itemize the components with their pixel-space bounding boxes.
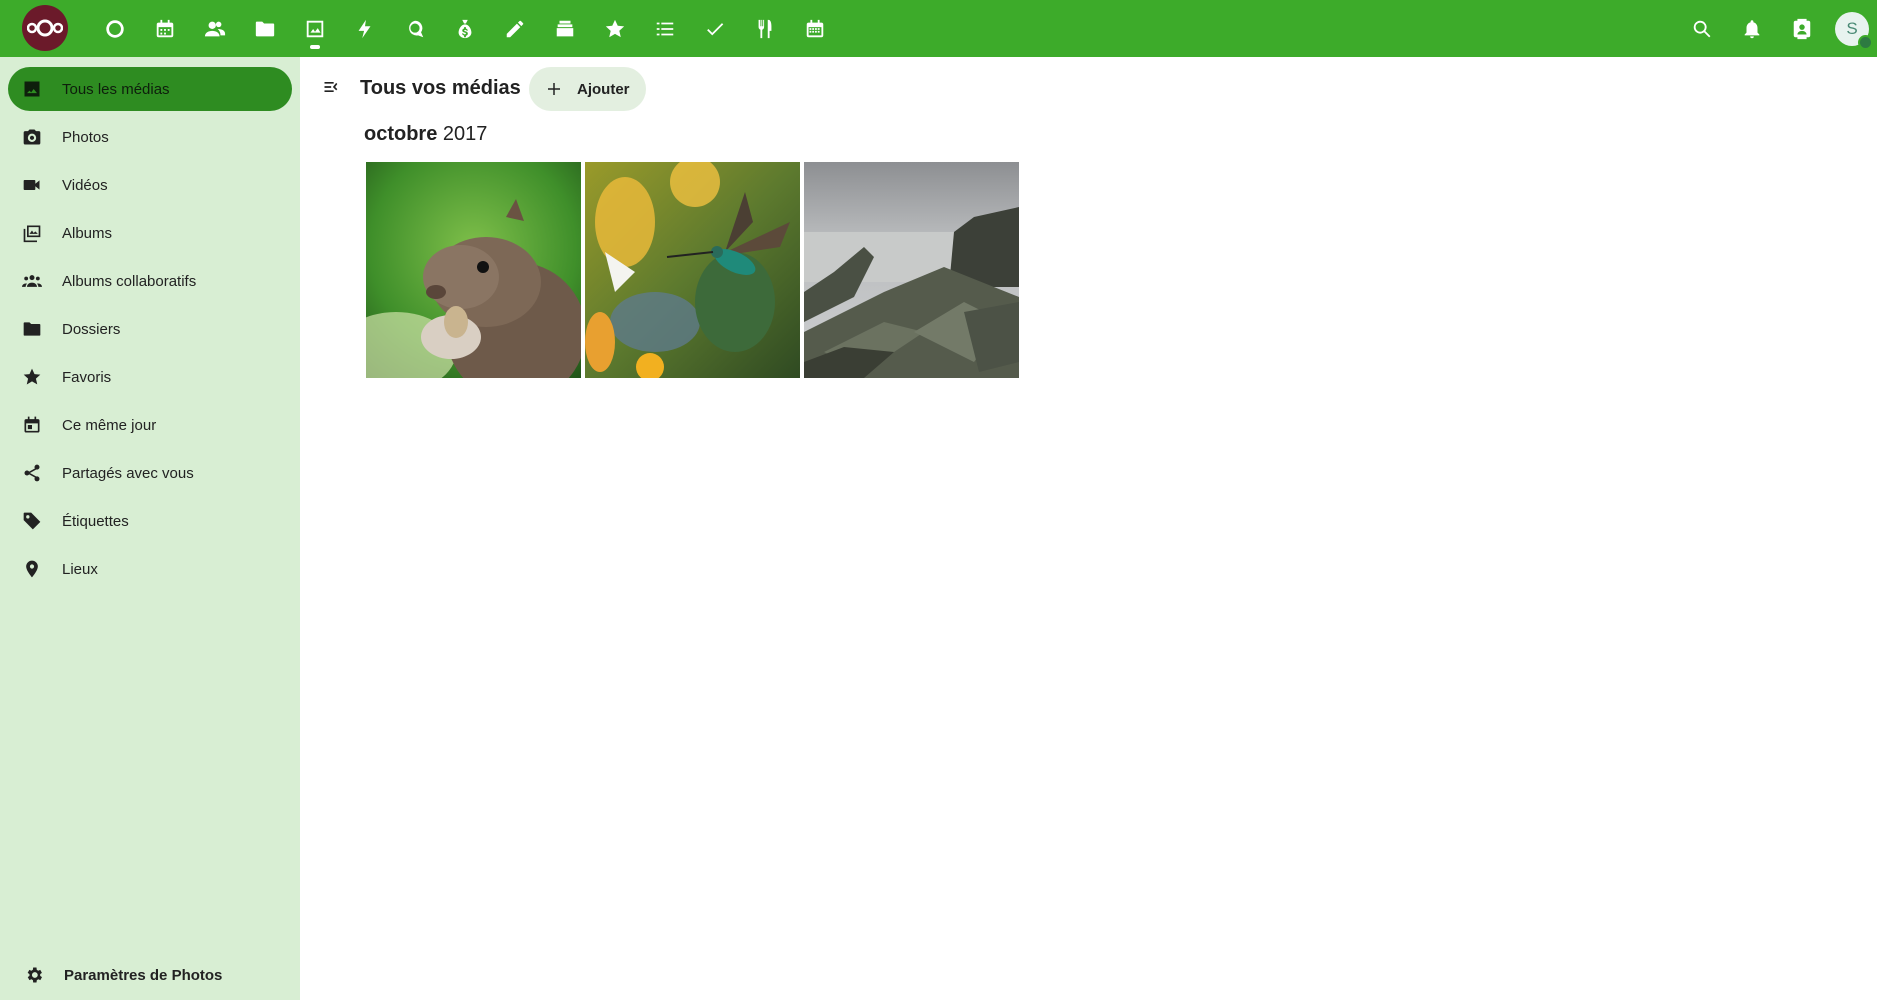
page-title: Tous vos médias — [360, 77, 521, 99]
user-avatar[interactable]: S — [1835, 11, 1873, 50]
nav-item-label: Étiquettes — [62, 512, 129, 530]
calendar-today-icon — [24, 416, 40, 433]
top-header: S — [0, 0, 1877, 57]
camera-icon — [23, 129, 41, 145]
tasks-list-icon — [656, 22, 674, 35]
files-icon — [255, 21, 275, 36]
app-talk[interactable] — [390, 0, 440, 57]
contact-card-icon — [1793, 18, 1811, 39]
nav-item-label: Favoris — [62, 368, 112, 386]
unified-search-button[interactable] — [1677, 0, 1727, 57]
calendar-icon — [156, 19, 174, 37]
nav-item-favorites[interactable]: Favoris — [8, 355, 292, 399]
photo-hummingbird[interactable] — [585, 162, 800, 378]
nextcloud-logo[interactable] — [22, 5, 68, 51]
squirrel-image — [366, 162, 581, 378]
bookmarks-icon — [605, 19, 625, 37]
plus-icon — [548, 83, 560, 95]
nav-item-albums[interactable]: Albums — [8, 211, 292, 255]
nav-item-shared-albums[interactable]: Albums collaboratifs — [8, 259, 292, 303]
photos-icon — [306, 20, 324, 37]
nav-item-on-this-day[interactable]: Ce même jour — [8, 403, 292, 447]
cospend-icon — [458, 19, 472, 38]
app-tasks[interactable] — [690, 0, 740, 57]
bell-icon — [1744, 19, 1760, 38]
status-indicator — [1858, 34, 1873, 50]
activity-icon — [358, 19, 371, 38]
add-button[interactable]: Ajouter — [529, 67, 646, 111]
share-icon — [24, 464, 40, 482]
nav-item-shared-with-you[interactable]: Partagés avec vous — [8, 451, 292, 495]
calendar-grid-icon — [806, 19, 824, 37]
nav-item-tags[interactable]: Étiquettes — [8, 499, 292, 543]
cookbook-icon — [758, 19, 772, 38]
navigation-toggle-button[interactable] — [314, 69, 350, 105]
photos-settings-button[interactable]: Paramètres de Photos — [8, 950, 292, 1000]
albums-icon — [23, 225, 41, 243]
app-activity[interactable] — [340, 0, 390, 57]
location-icon — [26, 560, 38, 578]
avatar-initial: S — [1846, 18, 1858, 38]
nav-item-label: Albums collaboratifs — [62, 272, 197, 290]
nav-item-label: Partagés avec vous — [62, 464, 194, 482]
nav-item-label: Photos — [62, 128, 109, 146]
add-button-label: Ajouter — [577, 80, 630, 98]
talk-icon — [409, 20, 424, 37]
deck-icon — [556, 20, 574, 36]
navigation-list: Tous les médias Photos Vidéos Albums Alb… — [8, 67, 292, 595]
menu-collapse-icon — [324, 82, 338, 92]
group-icon — [22, 275, 42, 287]
date-section-title: octobre 2017 — [364, 123, 487, 146]
logo-icon — [27, 19, 63, 37]
app-calendar-grid[interactable] — [790, 0, 840, 57]
nav-item-label: Lieux — [62, 560, 98, 578]
app-bookmarks[interactable] — [590, 0, 640, 57]
photo-grid — [366, 162, 1019, 378]
nav-item-label: Dossiers — [62, 320, 121, 338]
video-icon — [23, 180, 40, 190]
header-right: S — [1677, 0, 1877, 57]
folder-icon — [23, 322, 41, 336]
nav-item-label: Tous les médias — [62, 80, 170, 98]
hummingbird-image — [585, 162, 800, 378]
search-icon — [1693, 20, 1711, 37]
section-month: octobre — [364, 123, 438, 145]
app-cookbook[interactable] — [740, 0, 790, 57]
contacts-menu-button[interactable] — [1777, 0, 1827, 57]
nav-item-label: Ce même jour — [62, 416, 157, 434]
photo-squirrel[interactable] — [366, 162, 581, 378]
settings-label: Paramètres de Photos — [64, 966, 223, 984]
rocky-shore-image — [804, 162, 1019, 378]
app-notes[interactable] — [490, 0, 540, 57]
contacts-icon — [204, 21, 226, 36]
nav-item-all-media[interactable]: Tous les médias — [8, 67, 292, 111]
star-icon — [23, 368, 41, 385]
nav-item-places[interactable]: Lieux — [8, 547, 292, 591]
notifications-button[interactable] — [1727, 0, 1777, 57]
app-calendar[interactable] — [140, 0, 190, 57]
nav-item-label: Vidéos — [62, 176, 108, 194]
app-files[interactable] — [240, 0, 290, 57]
tag-icon — [23, 512, 41, 530]
nav-item-folders[interactable]: Dossiers — [8, 307, 292, 351]
nav-item-label: Albums — [62, 224, 113, 242]
app-deck[interactable] — [540, 0, 590, 57]
image-icon — [24, 81, 40, 97]
app-photos[interactable] — [290, 0, 340, 57]
gear-icon — [27, 967, 42, 983]
app-dashboard[interactable] — [90, 0, 140, 57]
main-content: Tous vos médias Ajouter octobre 2017 — [300, 57, 1877, 1000]
notes-icon — [506, 20, 524, 37]
section-year: 2017 — [442, 123, 488, 145]
app-menu — [90, 0, 840, 57]
photo-rocky-shore[interactable] — [804, 162, 1019, 378]
app-cospend[interactable] — [440, 0, 490, 57]
nav-item-photos[interactable]: Photos — [8, 115, 292, 159]
app-contacts[interactable] — [190, 0, 240, 57]
nav-item-videos[interactable]: Vidéos — [8, 163, 292, 207]
app-navigation: Tous les médias Photos Vidéos Albums Alb… — [0, 57, 300, 1000]
app-tasks-list[interactable] — [640, 0, 690, 57]
tasks-icon — [707, 22, 724, 35]
dashboard-icon — [106, 19, 124, 38]
